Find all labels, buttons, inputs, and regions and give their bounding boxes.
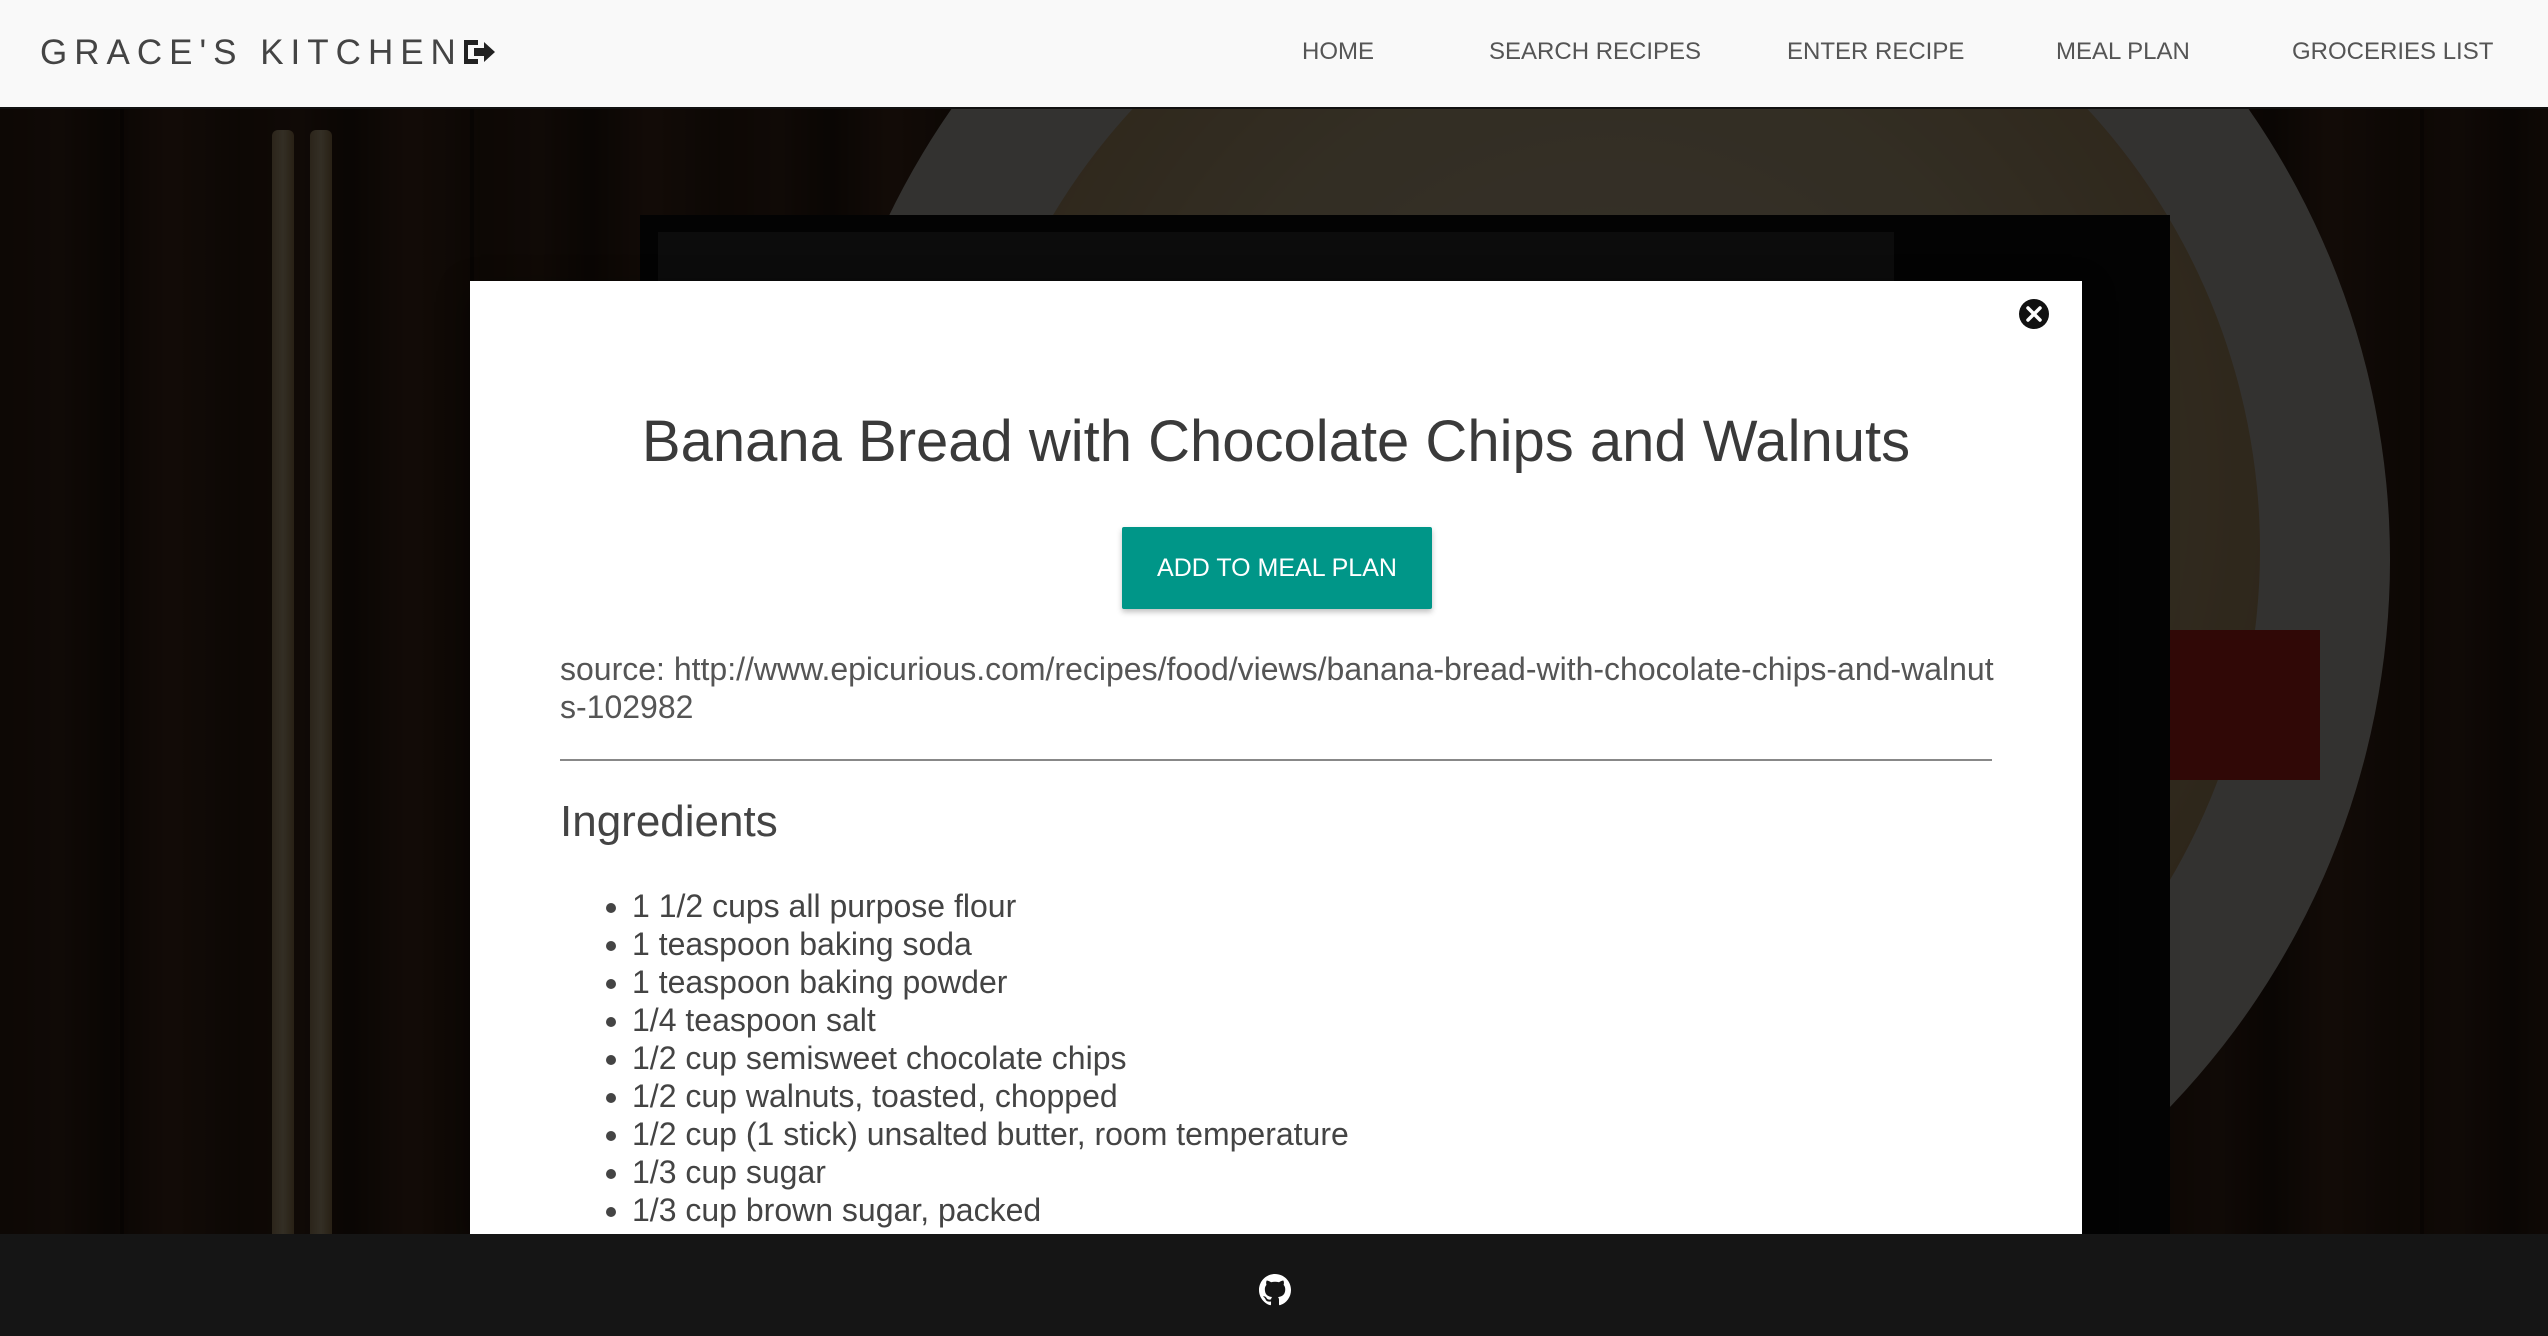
ingredient-item: 1 teaspoon baking soda [632, 925, 1349, 963]
brand-logo[interactable]: GRACE'S KITCHEN [40, 30, 463, 76]
navbar: GRACE'S KITCHEN HOME SEARCH RECIPES ENTE… [0, 0, 2548, 109]
ingredients-list: 1 1/2 cups all purpose flour 1 teaspoon … [560, 887, 1349, 1229]
github-icon[interactable] [1259, 1274, 1291, 1306]
add-to-meal-plan-button[interactable]: ADD TO MEAL PLAN [1122, 527, 1432, 609]
ingredient-item: 1/4 teaspoon salt [632, 1001, 1349, 1039]
ingredient-item: 1/2 cup walnuts, toasted, chopped [632, 1077, 1349, 1115]
recipe-source[interactable]: source: http://www.epicurious.com/recipe… [560, 650, 2000, 726]
ingredient-item: 1/3 cup brown sugar, packed [632, 1191, 1349, 1229]
ingredients-heading: Ingredients [560, 797, 778, 846]
ingredient-item: 1/3 cup sugar [632, 1153, 1349, 1191]
ingredient-item: 1 1/2 cups all purpose flour [632, 887, 1349, 925]
page: GRACE'S KITCHEN HOME SEARCH RECIPES ENTE… [0, 0, 2548, 1336]
sign-out-icon[interactable] [462, 36, 496, 68]
nav-search-recipes[interactable]: SEARCH RECIPES [1489, 38, 1701, 66]
ingredient-item: 1/2 cup (1 stick) unsalted butter, room … [632, 1115, 1349, 1153]
close-icon[interactable] [2018, 298, 2050, 330]
nav-home[interactable]: HOME [1302, 38, 1374, 66]
ingredient-item: 1/2 cup semisweet chocolate chips [632, 1039, 1349, 1077]
divider [560, 759, 1992, 761]
nav-meal-plan[interactable]: MEAL PLAN [2056, 38, 2190, 66]
nav-groceries-list[interactable]: GROCERIES LIST [2292, 38, 2493, 66]
recipe-modal: Banana Bread with Chocolate Chips and Wa… [470, 281, 2082, 1234]
recipe-title: Banana Bread with Chocolate Chips and Wa… [641, 409, 1911, 474]
ingredient-item: 1 teaspoon baking powder [632, 963, 1349, 1001]
nav-enter-recipe[interactable]: ENTER RECIPE [1787, 38, 1964, 66]
